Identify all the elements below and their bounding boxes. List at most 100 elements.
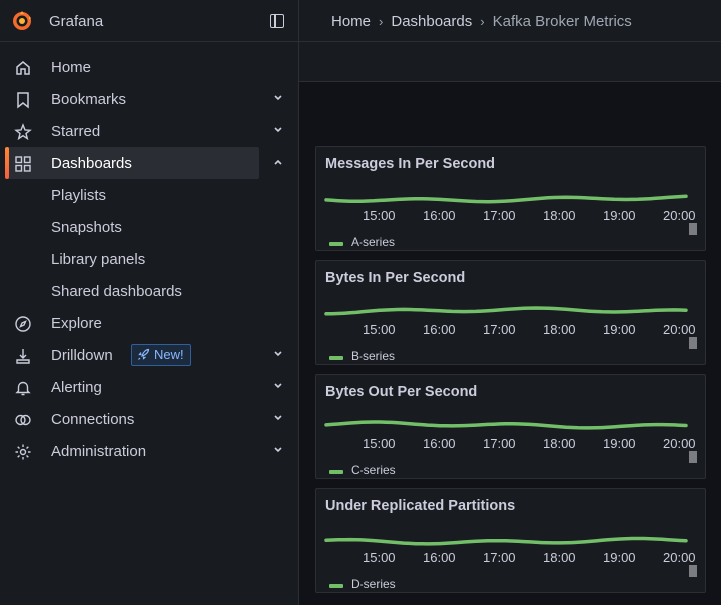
new-badge-label: New! (154, 347, 184, 362)
series-line (324, 194, 688, 204)
breadcrumb: Home › Dashboards › Kafka Broker Metrics (331, 13, 632, 30)
panel-under-replicated-partitions[interactable]: Under Replicated Partitions 15:00 16:00 17:… (315, 488, 706, 593)
series-line (324, 536, 688, 546)
x-axis-tick-label: 19:00 (603, 550, 636, 565)
sidebar-item-alerting[interactable]: Alerting (0, 371, 299, 403)
sidebar-item-label: Administration (51, 443, 147, 460)
x-axis-tick-label: 16:00 (423, 550, 456, 565)
sidebar-item-bookmarks[interactable]: Bookmarks (0, 83, 299, 115)
breadcrumb-dashboards[interactable]: Dashboards (391, 13, 472, 30)
drilldown-icon (16, 349, 30, 364)
rocket-icon (138, 348, 150, 360)
active-item-indicator (5, 147, 9, 179)
grafana-logo-icon[interactable] (10, 9, 34, 33)
star-icon (14, 123, 32, 141)
home-icon (16, 61, 30, 75)
sidebar-item-library-panels[interactable]: Library panels (0, 243, 299, 275)
breadcrumb-separator-icon: › (379, 14, 384, 29)
sidebar-item-label: Connections (51, 411, 135, 428)
x-axis-tick-label: 20:00 (663, 208, 696, 223)
x-axis-tick-label: 15:00 (363, 208, 396, 223)
chevron-down-icon[interactable] (271, 443, 285, 457)
sidebar-item-shared-dashboards[interactable]: Shared dashboards (0, 275, 299, 307)
x-axis-tick-label: 16:00 (423, 436, 456, 451)
legend-label[interactable]: C-series (351, 463, 396, 477)
sidebar-item-label: Alerting (51, 379, 102, 396)
sidebar-item-label: Dashboards (51, 155, 132, 172)
x-axis-tick-label: 15:00 (363, 322, 396, 337)
x-axis-tick-label: 17:00 (483, 208, 516, 223)
breadcrumb-home[interactable]: Home (331, 13, 371, 30)
active-item-highlight (5, 147, 259, 179)
legend-scrollbar[interactable] (689, 565, 697, 577)
x-axis-tick-label: 18:00 (543, 322, 576, 337)
sidebar-item-snapshots[interactable]: Snapshots (0, 211, 299, 243)
new-badge: New! (131, 344, 191, 366)
gear-icon (15, 444, 31, 460)
legend-swatch (329, 242, 343, 246)
breadcrumb-separator-icon: › (480, 14, 485, 29)
app-name: Grafana (49, 13, 104, 30)
panel-messages-in-per-second[interactable]: Messages In Per Second 15:00 16:00 17:00 18:… (315, 146, 706, 251)
sidebar-item-label: Home (51, 59, 92, 76)
chevron-up-icon[interactable] (271, 155, 285, 169)
legend-swatch (329, 584, 343, 588)
sidebar-header: Grafana (0, 0, 299, 42)
sidebar-item-starred[interactable]: Starred (0, 115, 299, 147)
x-axis-tick-label: 19:00 (603, 208, 636, 223)
sidebar-item-label: Bookmarks (51, 91, 127, 108)
sidebar-item-connections[interactable]: Connections (0, 403, 299, 435)
chevron-down-icon[interactable] (271, 379, 285, 393)
legend-swatch (329, 356, 343, 360)
sidebar-item-home[interactable]: Home (0, 51, 299, 83)
x-axis-tick-label: 19:00 (603, 322, 636, 337)
legend-swatch (329, 470, 343, 474)
top-bar: Home › Dashboards › Kafka Broker Metrics (299, 0, 721, 42)
sidebar-item-dashboards[interactable]: Dashboards (0, 147, 299, 179)
panel-bytes-out-per-second[interactable]: Bytes Out Per Second 15:00 16:00 17:00 18:00… (315, 374, 706, 479)
sidebar: Grafana Home Bookmarks Starred Dashboard… (0, 0, 299, 605)
legend-label[interactable]: D-series (351, 577, 396, 591)
x-axis-tick-label: 18:00 (543, 208, 576, 223)
x-axis-tick-label: 20:00 (663, 550, 696, 565)
x-axis-tick-label: 16:00 (423, 322, 456, 337)
legend-scrollbar[interactable] (689, 223, 697, 235)
x-axis-tick-label: 17:00 (483, 436, 516, 451)
x-axis-tick-label: 15:00 (363, 550, 396, 565)
legend-label[interactable]: B-series (351, 349, 395, 363)
dashboard-toolbar (299, 42, 721, 82)
sidebar-item-label: Shared dashboards (51, 283, 182, 300)
legend-scrollbar[interactable] (689, 337, 697, 349)
x-axis-tick-label: 15:00 (363, 436, 396, 451)
dashboards-icon (15, 156, 31, 172)
sidebar-item-explore[interactable]: Explore (0, 307, 299, 339)
sidebar-item-label: Explore (51, 315, 102, 332)
panel-bytes-in-per-second[interactable]: Bytes In Per Second 15:00 16:00 17:00 18:00 1… (315, 260, 706, 365)
breadcrumb-current: Kafka Broker Metrics (492, 13, 632, 30)
legend-scrollbar[interactable] (689, 451, 697, 463)
sidebar-item-label: Library panels (51, 251, 146, 268)
x-axis-tick-label: 17:00 (483, 322, 516, 337)
dock-menu-icon[interactable] (270, 14, 284, 28)
series-line (324, 420, 688, 430)
chevron-down-icon[interactable] (271, 123, 285, 137)
x-axis-tick-label: 17:00 (483, 550, 516, 565)
sidebar-item-label: Starred (51, 123, 101, 140)
x-axis-tick-label: 18:00 (543, 550, 576, 565)
sidebar-item-label: Drilldown (51, 347, 113, 364)
sidebar-item-playlists[interactable]: Playlists (0, 179, 299, 211)
sidebar-item-administration[interactable]: Administration (0, 435, 299, 467)
chevron-down-icon[interactable] (271, 91, 285, 105)
x-axis-tick-label: 19:00 (603, 436, 636, 451)
series-line (324, 306, 688, 316)
x-axis-tick-label: 20:00 (663, 322, 696, 337)
sidebar-item-label: Playlists (51, 187, 107, 204)
connections-icon (15, 414, 31, 426)
chevron-down-icon[interactable] (271, 347, 285, 361)
compass-icon (15, 316, 31, 332)
sidebar-item-drilldown[interactable]: Drilldown New! (0, 339, 299, 371)
sidebar-item-label: Snapshots (51, 219, 122, 236)
legend-label[interactable]: A-series (351, 235, 395, 249)
x-axis-tick-label: 16:00 (423, 208, 456, 223)
chevron-down-icon[interactable] (271, 411, 285, 425)
